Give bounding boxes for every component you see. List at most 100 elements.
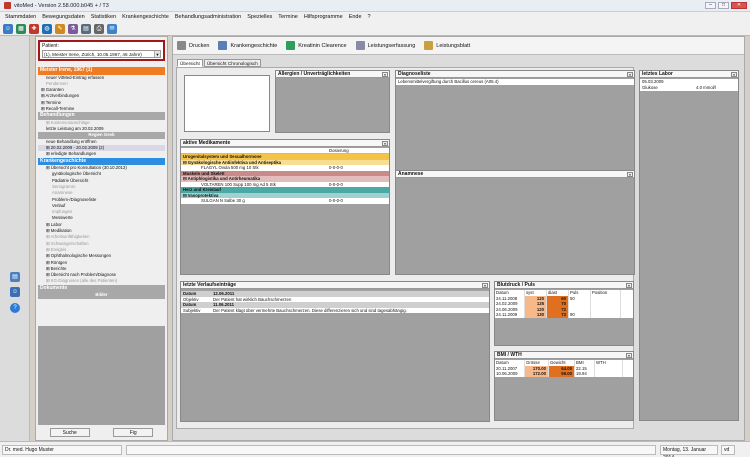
status-bar: Dr. med. Hugo Muster Montag, 13. Januar … bbox=[0, 441, 750, 457]
lab-icon[interactable]: ⚗ bbox=[68, 23, 78, 34]
calendar-icon[interactable]: ▦ bbox=[16, 23, 26, 34]
medication-title: aktive Medikamente bbox=[183, 140, 231, 146]
open-arrow-icon[interactable]: » bbox=[627, 72, 633, 77]
diagnosis-item[interactable]: Lebensmittelvergiftung durch Bacillus ce… bbox=[396, 79, 634, 85]
medication-panel: aktive Medikamente » Dosierung Urogenital… bbox=[180, 139, 390, 275]
menu-item-8[interactable]: Ende bbox=[349, 14, 362, 20]
patient-label: Patient: bbox=[42, 43, 59, 49]
toolbar-icon bbox=[177, 41, 186, 50]
toolbar-label: Drucken bbox=[189, 42, 210, 49]
progress-row[interactable]: Subjektiv Der Patient klagt über vermehrt… bbox=[181, 307, 489, 313]
medication-text: SULGAN N Salbe 30 g bbox=[201, 198, 245, 203]
bmi-table: Datum Grösse Gewicht BMI WTH 20.11.2007 170.00… bbox=[495, 360, 633, 377]
medication-text: VOLTAREN 100 Supp 100 mg Ad 5 Stk bbox=[201, 181, 276, 187]
help-icon[interactable]: ? bbox=[10, 303, 20, 313]
main-toolbar-button[interactable]: Leistungserfassung bbox=[355, 41, 415, 50]
allergies-panel: Allergien / Unverträglichkeiten » bbox=[275, 70, 390, 133]
people-icon[interactable]: ☺ bbox=[10, 287, 20, 297]
doc-icon[interactable]: ▤ bbox=[81, 23, 91, 34]
maximize-button[interactable]: □ bbox=[718, 2, 729, 9]
user-icon[interactable]: ☺ bbox=[3, 23, 13, 34]
blutdruck-cell: 130 bbox=[525, 312, 547, 318]
bmi-cell: 19.94 bbox=[575, 371, 595, 377]
blutdruck-row[interactable]: 24.11.2009 130 73 90 bbox=[495, 312, 633, 318]
chevron-down-icon[interactable]: ▼ bbox=[154, 51, 160, 57]
open-arrow-icon[interactable]: » bbox=[626, 283, 632, 288]
open-arrow-icon[interactable]: » bbox=[482, 283, 488, 288]
main-toolbar-button[interactable]: Krankengeschichte bbox=[218, 41, 277, 50]
print-icon[interactable]: ⎙ bbox=[94, 23, 104, 34]
patient-selector: Patient: (1), Meister Irene, Zürich, 10.… bbox=[38, 40, 165, 61]
menu-item-7[interactable]: Hilfsprogramme bbox=[304, 14, 343, 20]
menu-item-3[interactable]: Krankengeschichte bbox=[122, 14, 169, 20]
menu-bar: Stammdaten Bewegungsdaten Statistiken Krank… bbox=[0, 12, 750, 22]
main-toolbar-button[interactable]: Drucken bbox=[177, 41, 209, 50]
globe-icon[interactable]: ◍ bbox=[42, 23, 52, 34]
menu-item-2[interactable]: Statistiken bbox=[91, 14, 116, 20]
progress-label: Datum bbox=[183, 302, 197, 307]
tree-section-header[interactable]: Meister Irene, 1967 (1) bbox=[38, 67, 165, 75]
open-arrow-icon[interactable]: » bbox=[382, 72, 388, 77]
progress-value: Der Patient klagt über vermehrte Bauchsc… bbox=[213, 307, 407, 313]
tree-section-header[interactable]: Behandlungen bbox=[38, 112, 165, 120]
patient-value: (1), Meister Irene, Zürich, 10.05.1967, … bbox=[44, 52, 142, 57]
lab-name: Glukose bbox=[642, 84, 658, 90]
medication-item[interactable]: SULGAN N Salbe 30 g 0-0-0-0 bbox=[181, 198, 389, 204]
medication-text: Muskeln und Skelett bbox=[183, 170, 225, 176]
tools-icon[interactable]: ✎ bbox=[55, 23, 65, 34]
toolbar-label: Krankengeschichte bbox=[230, 42, 278, 49]
bmi-cell: 59.00 bbox=[549, 371, 575, 377]
patient-dropdown[interactable]: (1), Meister Irene, Zürich, 10.05.1967, … bbox=[42, 50, 161, 58]
note-icon[interactable]: ✉ bbox=[107, 23, 117, 34]
menu-item-9[interactable]: ? bbox=[368, 14, 371, 20]
patient-photo bbox=[184, 75, 270, 132]
tree-empty-area bbox=[38, 326, 165, 425]
menu-item-6[interactable]: Termine bbox=[278, 14, 298, 20]
status-user: Dr. med. Hugo Muster bbox=[2, 445, 122, 455]
bmi-cell: 172.00 bbox=[525, 371, 549, 377]
blutdruck-cell: 24.11.2009 bbox=[495, 312, 525, 318]
bmi-row[interactable]: 10.06.2009 172.00 59.00 19.94 bbox=[495, 371, 633, 377]
blutdruck-cell: 90 bbox=[569, 312, 591, 318]
minimize-button[interactable]: – bbox=[705, 2, 716, 9]
lab-panel: letztes Labor» 05.03.2009 Glukose 4.0 mm… bbox=[639, 70, 739, 421]
close-button[interactable]: ✕ bbox=[731, 2, 747, 9]
navigation-tree: Meister Irene, 1967 (1) neuer VitMed-Eint… bbox=[38, 67, 165, 299]
drug-icon[interactable]: ✚ bbox=[29, 23, 39, 34]
tab-uebersicht-chronologisch[interactable]: Übersicht Chronologisch bbox=[203, 59, 261, 67]
tree-section-header[interactable]: Dokumente bbox=[38, 284, 165, 293]
search-button[interactable]: Suche bbox=[49, 428, 90, 437]
title-bar: vitoMed - Version 2.58.000.b045 + / T3 –… bbox=[0, 0, 750, 12]
open-arrow-icon[interactable]: » bbox=[626, 353, 632, 358]
medication-text: FLAGYL Ovula 500 mg 10 Stk bbox=[201, 165, 259, 170]
progress-list: Datum 12.06.2011 Objektiv Der Patient hat w… bbox=[181, 291, 489, 313]
progress-label: Objektiv bbox=[183, 296, 199, 302]
view-tabs: Übersicht Übersicht Chronologisch bbox=[177, 59, 261, 67]
medication-text: ⊟ Antiphlogistika und Antirheumatika bbox=[183, 176, 261, 181]
open-arrow-icon[interactable]: » bbox=[731, 72, 737, 77]
bmi-panel: BMI / WTH » Datum Grösse Gewicht BMI WTH 20.11… bbox=[494, 351, 634, 421]
blutdruck-cell: 73 bbox=[547, 312, 569, 318]
medication-dose: 0-0-0-0 bbox=[329, 198, 343, 203]
window-title: vitoMed - Version 2.58.000.b045 + / T3 bbox=[14, 2, 109, 9]
allergies-title: Allergien / Unverträglichkeiten bbox=[278, 71, 351, 77]
toolbar-icon bbox=[286, 41, 296, 50]
medication-list: Urogenitalsystem und Sexualhormone ⊟ Gynä… bbox=[181, 154, 389, 204]
main-toolbar-button[interactable]: Leistungsblatt bbox=[424, 41, 470, 50]
menu-item-5[interactable]: Spezielles bbox=[247, 14, 272, 20]
toolbar-label: Kreatinin Clearence bbox=[298, 42, 347, 49]
menu-item-4[interactable]: Behandlungsadministration bbox=[175, 14, 241, 20]
notes-icon[interactable]: ▤ bbox=[10, 272, 20, 282]
open-arrow-icon[interactable]: » bbox=[382, 141, 388, 146]
menu-item-0[interactable]: Stammdaten bbox=[5, 14, 36, 20]
open-arrow-icon[interactable]: » bbox=[627, 172, 633, 177]
toolbar-icon bbox=[355, 41, 365, 50]
toolbar-icon bbox=[424, 41, 434, 50]
tab-uebersicht[interactable]: Übersicht bbox=[177, 59, 203, 67]
blutdruck-cell bbox=[591, 312, 621, 318]
tree-section-header[interactable]: Krankengeschichte bbox=[38, 157, 165, 166]
main-toolbar-button[interactable]: Kreatinin Clearence bbox=[286, 41, 347, 50]
fig-button[interactable]: Fig bbox=[113, 428, 154, 437]
menu-item-1[interactable]: Bewegungsdaten bbox=[42, 14, 85, 20]
medication-text: Urogenitalsystem und Sexualhormone bbox=[183, 154, 262, 159]
